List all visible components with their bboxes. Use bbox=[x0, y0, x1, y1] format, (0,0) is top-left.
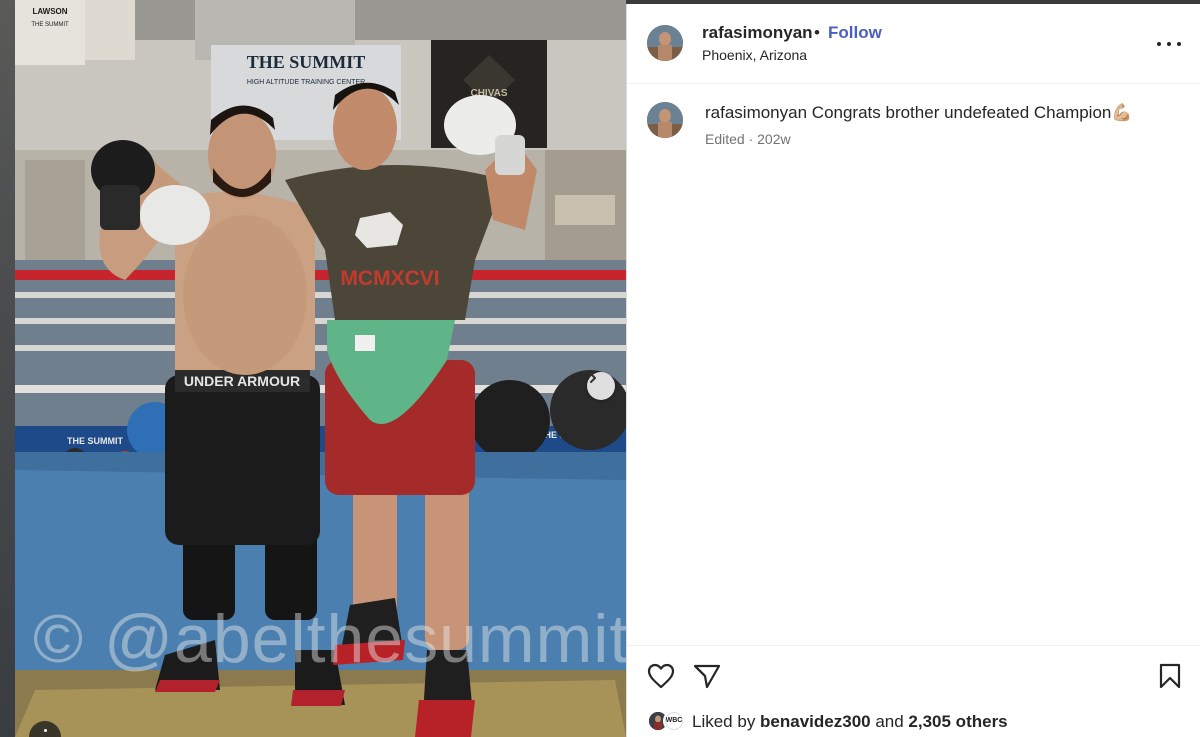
bookmark-icon bbox=[1159, 663, 1181, 689]
waistband-text: UNDER ARMOUR bbox=[184, 373, 300, 389]
follow-button[interactable]: Follow bbox=[828, 23, 882, 43]
liker-avatar-wbc[interactable]: WBC bbox=[663, 710, 685, 732]
instagram-post-modal: THE SUMMIT HIGH ALTITUDE TRAINING CENTER… bbox=[0, 0, 1200, 737]
heart-icon bbox=[647, 663, 675, 689]
poster-left-sub: THE SUMMIT bbox=[31, 22, 69, 28]
paper-plane-icon bbox=[693, 664, 721, 689]
avatar-image bbox=[647, 102, 683, 138]
shirt-text: MCMXCVI bbox=[340, 267, 439, 290]
ellipsis-horizontal-icon bbox=[1157, 42, 1161, 46]
chevron-right-icon bbox=[590, 373, 596, 383]
likes-prefix: Liked by bbox=[692, 712, 761, 731]
next-photo-button[interactable] bbox=[587, 372, 615, 400]
comment-username[interactable]: rafasimonyan bbox=[705, 103, 807, 122]
author-avatar[interactable] bbox=[647, 25, 683, 61]
post-panel: rafasimonyan • Follow Phoenix, Arizona r… bbox=[626, 4, 1200, 737]
banner-subtitle: HIGH ALTITUDE TRAINING CENTER bbox=[247, 79, 365, 86]
post-actions: WBC Liked by benavidez300 and 2,305 othe… bbox=[627, 645, 1200, 737]
header-separator: • bbox=[814, 23, 820, 42]
post-location[interactable]: Phoenix, Arizona bbox=[702, 47, 807, 63]
photo-watermark: © @abelthesummit bbox=[33, 601, 626, 677]
backdrop-strip bbox=[0, 0, 15, 737]
share-button[interactable] bbox=[693, 663, 721, 694]
likes-middle: and bbox=[870, 712, 909, 731]
like-button[interactable] bbox=[647, 663, 675, 694]
likes-summary: WBC Liked by benavidez300 and 2,305 othe… bbox=[647, 709, 1187, 733]
ellipsis-icon bbox=[44, 729, 47, 732]
comment-text: rafasimonyan Congrats brother undefeated… bbox=[705, 103, 1133, 123]
more-options-button[interactable] bbox=[1157, 34, 1181, 54]
likes-user[interactable]: benavidez300 bbox=[760, 712, 871, 731]
avatar-image bbox=[647, 25, 683, 61]
ring-apron-left: THE SUMMIT bbox=[67, 436, 123, 446]
caption-comment: rafasimonyan Congrats brother undefeated… bbox=[627, 84, 1200, 164]
banner-title: THE SUMMIT bbox=[247, 52, 366, 72]
likes-text: Liked by benavidez300 and 2,305 others bbox=[692, 712, 1008, 732]
comment-avatar[interactable] bbox=[647, 102, 683, 138]
author-username[interactable]: rafasimonyan bbox=[702, 23, 813, 43]
post-header: rafasimonyan • Follow Phoenix, Arizona bbox=[627, 4, 1200, 84]
comment-body: Congrats brother undefeated Champion💪🏼 bbox=[807, 103, 1133, 122]
comment-meta: Edited · 202w bbox=[705, 131, 791, 147]
save-button[interactable] bbox=[1158, 663, 1182, 694]
post-photo[interactable]: THE SUMMIT HIGH ALTITUDE TRAINING CENTER… bbox=[15, 0, 626, 737]
likes-others[interactable]: 2,305 others bbox=[908, 712, 1007, 731]
poster-left-title: LAWSON bbox=[32, 7, 67, 16]
